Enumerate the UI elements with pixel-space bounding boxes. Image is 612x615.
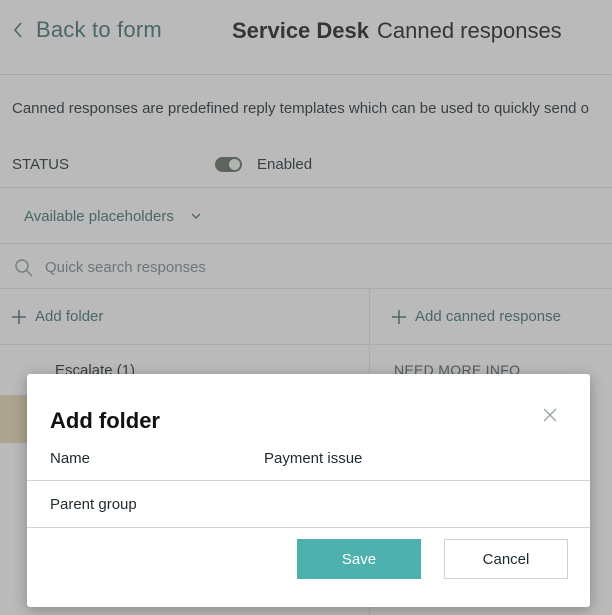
cancel-button[interactable]: Cancel	[444, 539, 568, 579]
dialog-title: Add folder	[50, 408, 160, 433]
name-label: Name	[50, 450, 91, 467]
name-field[interactable]: Payment issue	[264, 450, 362, 467]
page: Back to form Service Desk Canned response…	[0, 0, 612, 615]
close-icon[interactable]	[541, 406, 559, 424]
save-button[interactable]: Save	[297, 539, 421, 579]
parent-group-label: Parent group	[50, 496, 137, 513]
add-folder-dialog: Add folder Name Payment issue Parent gro…	[27, 374, 590, 607]
parent-group-row[interactable]: Parent group	[27, 481, 590, 528]
name-row: Name Payment issue	[27, 444, 590, 481]
